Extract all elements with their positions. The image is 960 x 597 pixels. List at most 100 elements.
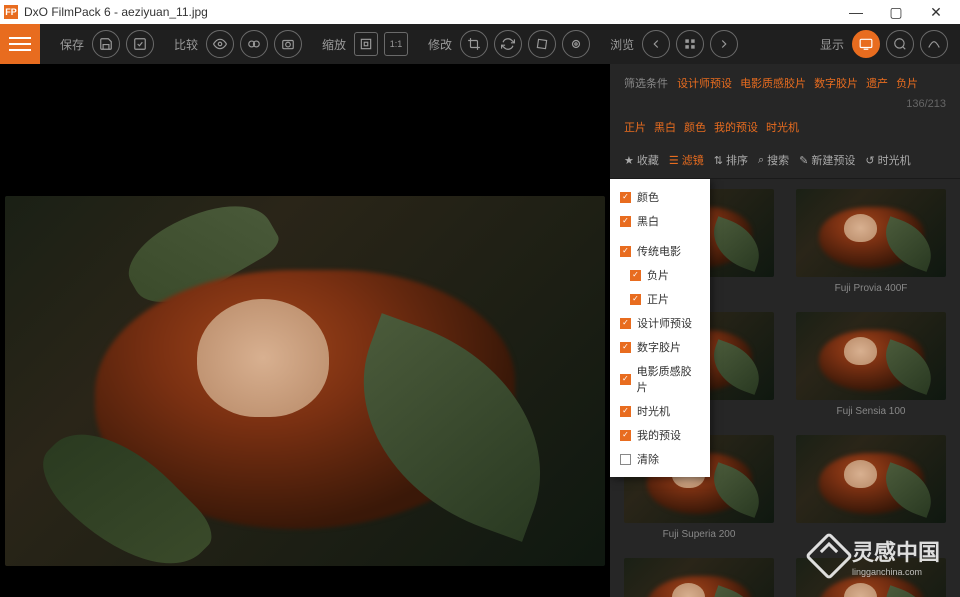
checkbox-icon [620,216,631,227]
preset-item[interactable] [792,435,950,540]
close-button[interactable]: ✕ [916,0,956,24]
checkbox-icon [620,430,631,441]
save-button[interactable] [92,30,120,58]
browse-label: 浏览 [610,36,634,53]
zoom-group: 缩放 1:1 [322,32,408,56]
filter-tag[interactable]: 正片 [624,122,646,134]
dropdown-item[interactable]: 负片 [610,263,710,287]
filter-dropdown: 颜色黑白传统电影负片正片设计师预设数字胶片电影质感胶片时光机我的预设清除 [610,179,710,477]
dropdown-item[interactable]: 正片 [610,287,710,311]
filter-tag[interactable]: 设计师预设 [677,78,732,90]
preset-thumbnail [796,435,946,523]
grid-button[interactable] [676,30,704,58]
compare-label: 比较 [174,36,198,53]
straighten-button[interactable] [528,30,556,58]
preview-area[interactable] [0,64,610,597]
preset-name: Fuji Provia 400F [835,283,908,294]
checkbox-icon [630,270,641,281]
compare-snapshot-button[interactable] [274,30,302,58]
checkbox-icon [630,294,641,305]
display-info-button[interactable] [886,30,914,58]
dropdown-item[interactable]: 时光机 [610,399,710,423]
filter-tags-row1: 筛选条件 设计师预设电影质感胶片数字胶片遗产负片 136/213 [610,64,960,118]
checkbox-icon [620,406,631,417]
dropdown-label: 传统电影 [637,243,681,259]
dropdown-item[interactable]: 电影质感胶片 [610,359,710,399]
preset-item[interactable]: Fuji Sensia 100 [792,312,950,417]
preset-thumbnail [624,558,774,597]
dropdown-label: 黑白 [637,213,659,229]
app-icon: FP [4,5,18,19]
save-label: 保存 [60,36,84,53]
filter-tags-row2: 正片黑白颜色我的预设时光机 [610,118,960,146]
watermark-url: lingganchina.com [852,567,940,577]
dropdown-label: 颜色 [637,189,659,205]
checkbox-icon [620,374,631,385]
checkbox-icon [620,192,631,203]
export-button[interactable] [126,30,154,58]
edit-group: 修改 [428,30,590,58]
dropdown-item[interactable]: 颜色 [610,185,710,209]
dropdown-item[interactable]: 黑白 [610,209,710,233]
preview-image [5,196,605,566]
dropdown-label: 负片 [647,267,669,283]
preset-name: Fuji Sensia 100 [837,406,906,417]
checkbox-icon [620,342,631,353]
filter-tag[interactable]: 负片 [896,78,918,90]
display-monitor-button[interactable] [852,30,880,58]
crop-button[interactable] [460,30,488,58]
main-toolbar: 保存 比较 缩放 1:1 修改 浏览 显示 [0,24,960,64]
presets-panel: 筛选条件 设计师预设电影质感胶片数字胶片遗产负片 136/213 正片黑白颜色我… [610,64,960,597]
browse-group: 浏览 [610,30,738,58]
compare-split-button[interactable] [240,30,268,58]
zoom-11-button[interactable]: 1:1 [384,32,408,56]
preset-thumbnail [796,189,946,277]
dropdown-label: 时光机 [637,403,670,419]
new-preset-tab[interactable]: ✎ 新建预设 [799,152,855,168]
filter-tag[interactable]: 时光机 [766,122,799,134]
display-group: 显示 [820,30,948,58]
titlebar: FP DxO FilmPack 6 - aeziyuan_11.jpg — ▢ … [0,0,960,24]
zoom-fit-button[interactable] [354,32,378,56]
minimize-button[interactable]: — [836,0,876,24]
filter-tab[interactable]: ☰ 滤镜 [669,152,704,168]
dropdown-label: 我的预设 [637,427,681,443]
filter-tag[interactable]: 颜色 [684,122,706,134]
display-histogram-button[interactable] [920,30,948,58]
filter-tag[interactable]: 黑白 [654,122,676,134]
search-tab[interactable]: ⌕ 搜索 [758,152,789,168]
favorites-tab[interactable]: ★ 收藏 [624,152,659,168]
filter-tag[interactable]: 遗产 [866,78,888,90]
dropdown-item[interactable]: 数字胶片 [610,335,710,359]
filter-label: 筛选条件 [624,78,668,90]
time-machine-tab[interactable]: ↺ 时光机 [865,152,910,168]
filter-tag[interactable]: 我的预设 [714,122,758,134]
zoom-label: 缩放 [322,36,346,53]
dropdown-item[interactable]: 我的预设 [610,423,710,447]
filter-tag[interactable]: 电影质感胶片 [740,78,806,90]
dropdown-item[interactable]: 清除 [610,447,710,471]
display-label: 显示 [820,36,844,53]
next-button[interactable] [710,30,738,58]
rotate-button[interactable] [494,30,522,58]
preset-toolbar: ★ 收藏 ☰ 滤镜 ⇅ 排序 ⌕ 搜索 ✎ 新建预设 ↺ 时光机 [610,146,960,179]
filter-tag[interactable]: 数字胶片 [814,78,858,90]
dropdown-label: 电影质感胶片 [637,363,700,395]
preset-item[interactable]: Fuji Provia 400F [792,189,950,294]
window-title: DxO FilmPack 6 - aeziyuan_11.jpg [24,5,836,19]
preset-item[interactable] [620,558,778,597]
preset-thumbnail [796,312,946,400]
sort-tab[interactable]: ⇅ 排序 [714,152,748,168]
menu-button[interactable] [0,24,40,64]
maximize-button[interactable]: ▢ [876,0,916,24]
dropdown-item[interactable]: 传统电影 [610,239,710,263]
preset-name: Fuji Superia 200 [663,529,736,540]
checkbox-icon [620,246,631,257]
dropdown-item[interactable]: 设计师预设 [610,311,710,335]
checkbox-icon [620,454,631,465]
main-area: 筛选条件 设计师预设电影质感胶片数字胶片遗产负片 136/213 正片黑白颜色我… [0,64,960,597]
blur-button[interactable] [562,30,590,58]
compare-eye-button[interactable] [206,30,234,58]
prev-button[interactable] [642,30,670,58]
dropdown-label: 清除 [637,451,659,467]
